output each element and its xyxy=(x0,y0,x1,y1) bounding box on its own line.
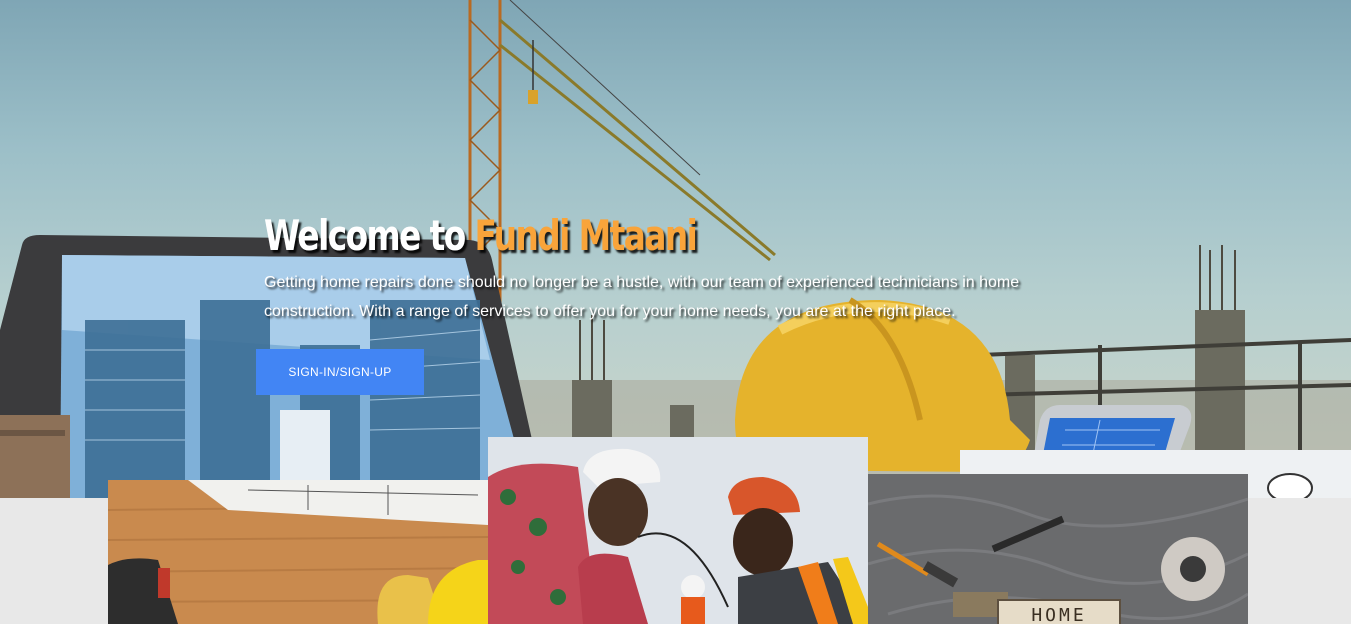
hero-title-prefix: Welcome to xyxy=(264,211,466,260)
gallery-image-home-tools: HOME xyxy=(868,474,1248,624)
sign-in-sign-up-button[interactable]: SIGN-IN/SIGN-UP xyxy=(256,349,424,395)
brand-name: Fundi Mtaani xyxy=(474,211,698,260)
hero-description: Getting home repairs done should no long… xyxy=(264,274,1020,320)
hero-content: Welcome to Fundi Mtaani Getting home rep… xyxy=(264,210,1104,326)
hero-section: Welcome to Fundi Mtaani Getting home rep… xyxy=(0,0,1351,498)
home-sign-text: HOME xyxy=(1031,605,1086,624)
gallery-image-workbench xyxy=(108,480,488,624)
gallery-image-workers xyxy=(488,437,868,624)
hero-title: Welcome to Fundi Mtaani xyxy=(264,210,919,262)
home-tools-image: HOME xyxy=(868,474,1248,624)
workbench-image xyxy=(108,480,488,624)
workers-image xyxy=(488,437,868,624)
